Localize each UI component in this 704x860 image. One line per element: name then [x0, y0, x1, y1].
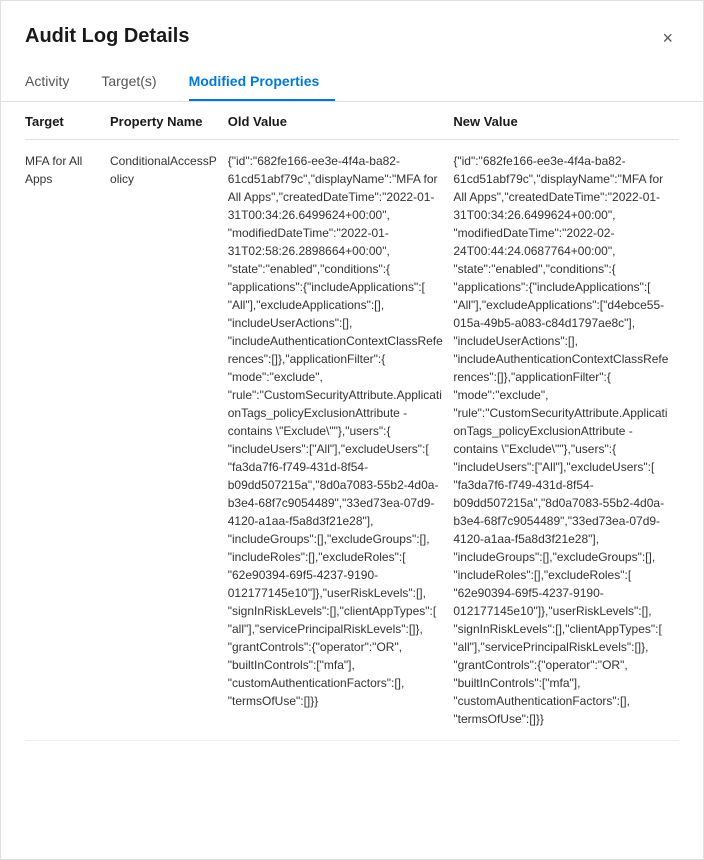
cell-new-value: {​"id":"682fe166-ee3e-4f4a-ba82-61cd51ab… [453, 140, 679, 741]
col-header-target: Target [25, 102, 110, 140]
audit-log-dialog: Audit Log Details × Activity Target(s) M… [0, 0, 704, 860]
cell-target: MFA for All Apps [25, 140, 110, 741]
table-header-row: Target Property Name Old Value New Value [25, 102, 679, 140]
col-header-old-value: Old Value [228, 102, 454, 140]
properties-table: Target Property Name Old Value New Value… [25, 102, 679, 741]
tab-activity[interactable]: Activity [25, 65, 85, 101]
table-container: Target Property Name Old Value New Value… [1, 102, 703, 859]
tab-targets[interactable]: Target(s) [101, 65, 172, 101]
dialog-title: Audit Log Details [25, 25, 189, 48]
close-button[interactable]: × [656, 27, 679, 49]
tab-bar: Activity Target(s) Modified Properties [1, 49, 703, 102]
tab-modified-properties[interactable]: Modified Properties [189, 65, 336, 101]
dialog-header: Audit Log Details × [1, 1, 703, 49]
col-header-property-name: Property Name [110, 102, 228, 140]
col-header-new-value: New Value [453, 102, 679, 140]
cell-property-name: ConditionalAccessPolicy [110, 140, 228, 741]
table-row: MFA for All AppsConditionalAccessPolicy{… [25, 140, 679, 741]
cell-old-value: {​"id":"682fe166-ee3e-4f4a-ba82-61cd51ab… [228, 140, 454, 741]
